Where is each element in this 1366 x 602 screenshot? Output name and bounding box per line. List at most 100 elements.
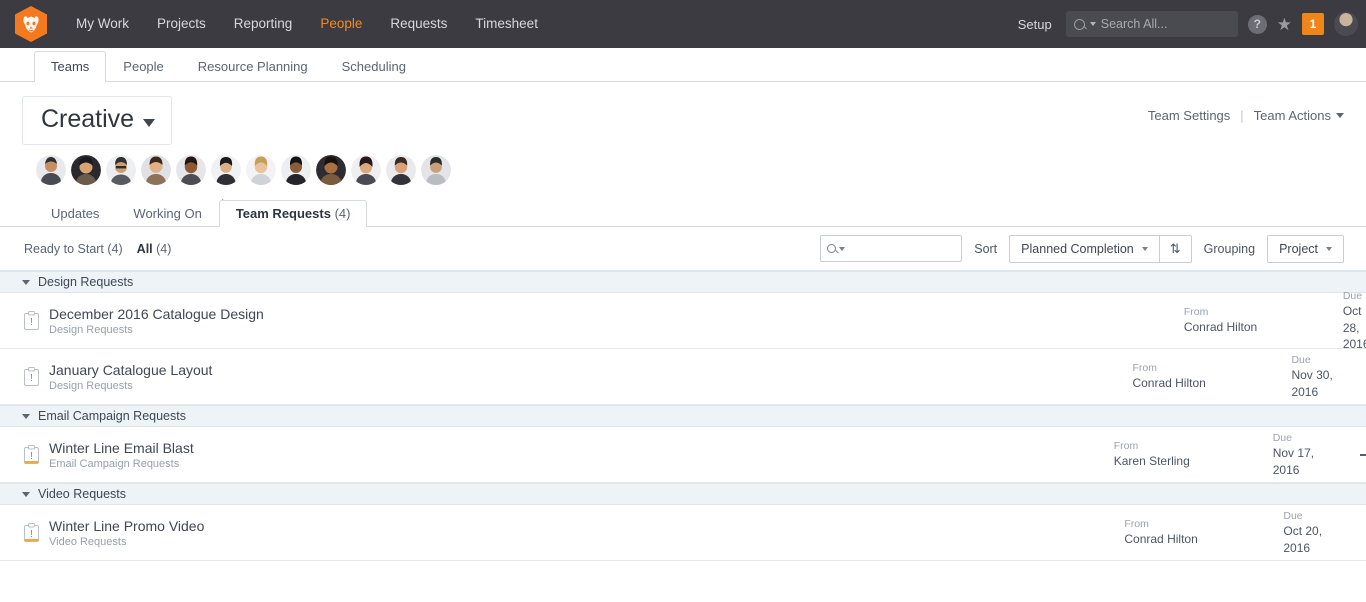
nav-link-people[interactable]: People: [306, 0, 376, 48]
tab-teams[interactable]: Teams: [34, 51, 107, 82]
top-navigation-bar: My Work Projects Reporting People Reques…: [0, 0, 1366, 48]
setup-link[interactable]: Setup: [1018, 17, 1052, 32]
avatar[interactable]: [71, 155, 101, 185]
filter-ready-to-start[interactable]: Ready to Start (4): [24, 242, 123, 256]
workfront-lion-logo-icon: [14, 5, 48, 43]
chevron-down-icon[interactable]: [839, 246, 846, 251]
filter-all-count: (4): [156, 241, 172, 256]
search-scope-chevron-down-icon[interactable]: [1089, 22, 1096, 26]
svg-text:!: !: [30, 529, 33, 540]
avatar[interactable]: [211, 155, 241, 185]
nav-link-my-work[interactable]: My Work: [62, 0, 143, 48]
nav-link-timesheet[interactable]: Timesheet: [461, 0, 552, 48]
due-value: Oct 20, 2016: [1283, 524, 1323, 555]
sort-controls: Planned Completion ⇅: [1009, 234, 1192, 263]
tab-resource-planning[interactable]: Resource Planning: [181, 51, 325, 82]
assign-to-person-icon[interactable]: [1359, 446, 1366, 464]
avatar[interactable]: [386, 155, 416, 185]
from-label: From: [1124, 518, 1149, 531]
from-value: Conrad Hilton: [1183, 320, 1258, 335]
request-row-meta: From Conrad Hilton Due Oct 20, 2016 Work…: [204, 505, 1344, 561]
tab-scheduling[interactable]: Scheduling: [325, 51, 423, 82]
collapse-triangle-icon: [22, 279, 30, 285]
team-actions-dropdown[interactable]: Team Actions: [1254, 108, 1344, 123]
favorites-star-icon[interactable]: ★: [1277, 16, 1292, 33]
chevron-down-icon: [1326, 246, 1332, 251]
group-title: Email Campaign Requests: [38, 409, 186, 423]
avatar[interactable]: [246, 155, 276, 185]
group-title: Video Requests: [38, 487, 127, 501]
list-search-input[interactable]: [820, 235, 963, 262]
team-header-actions: Team Settings | Team Actions: [1148, 108, 1344, 123]
top-nav-right-cluster: Setup Search All... ? ★ 1: [1018, 0, 1358, 48]
due-value: Nov 30, 2016: [1291, 368, 1333, 399]
grouping-field-value: Project: [1279, 241, 1318, 256]
subtab-team-requests[interactable]: Team Requests (4): [218, 200, 368, 227]
request-title[interactable]: January Catalogue Layout: [49, 362, 212, 378]
due-label: Due: [1291, 354, 1311, 367]
user-avatar[interactable]: [1334, 12, 1358, 36]
request-row[interactable]: ! Winter Line Email Blast Email Campaign…: [0, 427, 1366, 483]
sub-tab-bar: Updates Working On Team Requests (4): [0, 200, 1366, 227]
request-title[interactable]: Winter Line Email Blast: [49, 440, 194, 456]
subtab-updates[interactable]: Updates: [34, 200, 116, 227]
avatar[interactable]: [281, 155, 311, 185]
from-value: Conrad Hilton: [1124, 532, 1198, 547]
team-header: Creative Team Settings | Team Actions Up…: [0, 82, 1366, 227]
group-header-email-campaign-requests[interactable]: Email Campaign Requests: [0, 405, 1366, 427]
filter-all[interactable]: All (4): [137, 242, 172, 256]
team-selector-dropdown[interactable]: Creative: [22, 96, 173, 145]
group-header-design-requests[interactable]: Design Requests: [0, 271, 1366, 293]
group-title: Design Requests: [38, 275, 134, 289]
avatar[interactable]: [106, 155, 136, 185]
collapse-triangle-icon: [22, 491, 30, 497]
grouping-label: Grouping: [1203, 241, 1256, 256]
request-due: Due Oct 20, 2016: [1283, 509, 1344, 556]
nav-link-requests[interactable]: Requests: [376, 0, 461, 48]
request-text-block: Winter Line Email Blast Email Campaign R…: [49, 440, 194, 470]
nav-link-projects[interactable]: Projects: [143, 0, 220, 48]
primary-nav-links: My Work Projects Reporting People Reques…: [62, 0, 552, 48]
grouping-field-dropdown[interactable]: Project: [1267, 234, 1344, 263]
from-label: From: [1183, 306, 1209, 319]
avatar[interactable]: [141, 155, 171, 185]
nav-link-reporting[interactable]: Reporting: [220, 0, 307, 48]
clipboard-alert-icon: !: [24, 445, 39, 464]
help-icon[interactable]: ?: [1247, 14, 1267, 34]
global-search-placeholder: Search All...: [1100, 17, 1168, 31]
svg-text:!: !: [30, 451, 33, 462]
chevron-down-icon: [1141, 246, 1148, 251]
team-actions-label: Team Actions: [1253, 108, 1331, 123]
notifications-badge[interactable]: 1: [1302, 13, 1324, 35]
due-label: Due: [1342, 290, 1363, 303]
request-row-meta: From Karen Sterling Due Nov 17, 2016 Wor…: [194, 427, 1366, 483]
actions-divider: |: [1240, 108, 1244, 123]
request-title[interactable]: Winter Line Promo Video: [49, 518, 204, 534]
subtab-working-on[interactable]: Working On: [116, 200, 218, 227]
svg-text:!: !: [30, 317, 33, 328]
avatar[interactable]: [176, 155, 206, 185]
subtab-team-requests-count: (4): [334, 206, 351, 221]
from-value: Conrad Hilton: [1132, 376, 1206, 391]
from-value: Karen Sterling: [1113, 454, 1190, 469]
avatar[interactable]: [351, 155, 381, 185]
request-row[interactable]: ! January Catalogue Layout Design Reques…: [0, 349, 1366, 405]
app-logo[interactable]: [0, 0, 62, 48]
request-due: Due Nov 17, 2016: [1273, 431, 1344, 478]
request-title[interactable]: December 2016 Catalogue Design: [49, 306, 264, 322]
avatar[interactable]: [421, 155, 451, 185]
global-search-input[interactable]: Search All...: [1065, 11, 1238, 37]
tab-people[interactable]: People: [106, 51, 180, 82]
main-tab-bar: Teams People Resource Planning Schedulin…: [0, 48, 1366, 82]
request-row[interactable]: ! Winter Line Promo Video Video Requests…: [0, 505, 1366, 561]
request-from: From Conrad Hilton: [1124, 517, 1197, 547]
request-row[interactable]: ! December 2016 Catalogue Design Design …: [0, 290, 1366, 351]
sort-direction-button[interactable]: ⇅: [1158, 234, 1192, 263]
group-header-video-requests[interactable]: Video Requests: [0, 483, 1366, 505]
avatar[interactable]: [36, 155, 66, 185]
request-text-block: January Catalogue Layout Design Requests: [49, 362, 212, 392]
sort-field-dropdown[interactable]: Planned Completion: [1009, 234, 1159, 263]
avatar[interactable]: [316, 155, 346, 185]
filter-toolbar: Ready to Start (4) All (4) Sort Planned …: [0, 227, 1366, 271]
team-settings-link[interactable]: Team Settings: [1148, 108, 1230, 123]
